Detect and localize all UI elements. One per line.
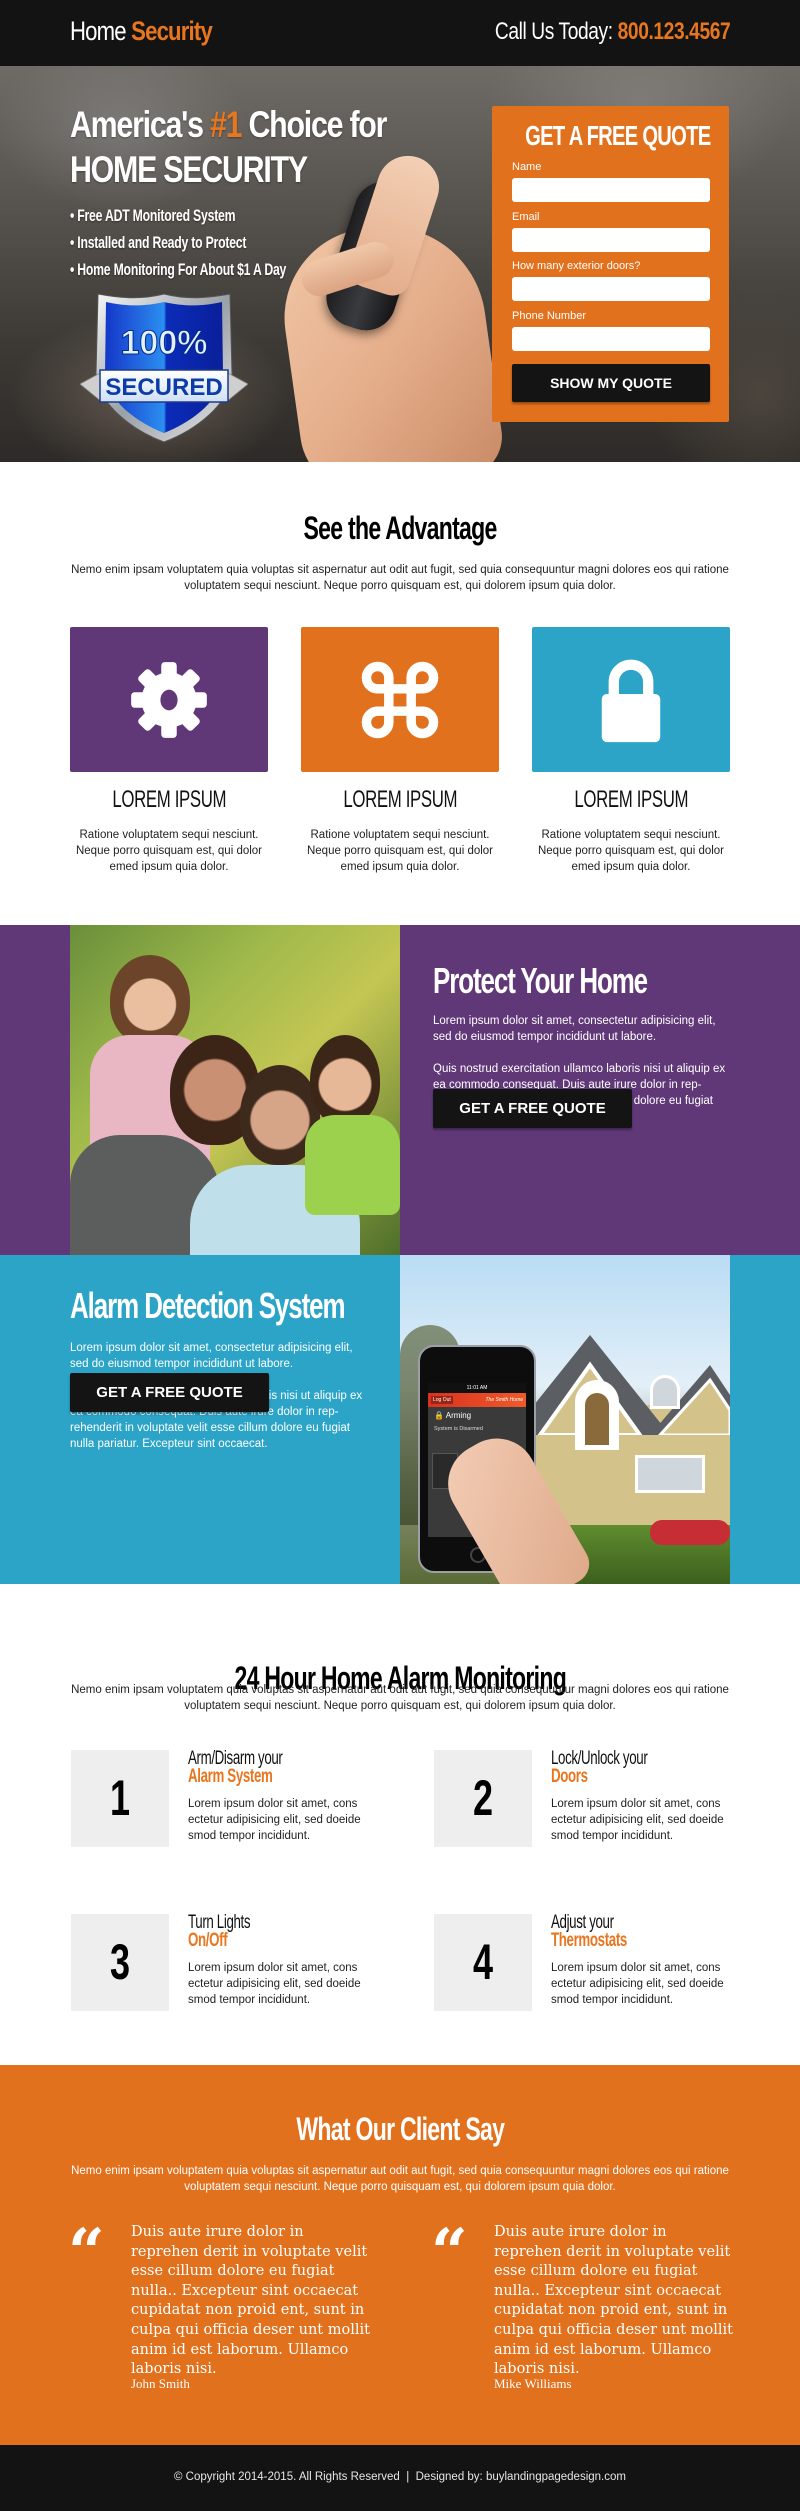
step-text: Lorem ipsum dolor sit amet, cons ectetur…	[551, 1798, 724, 1842]
exterior-doors-input[interactable]	[512, 277, 710, 301]
headline-line2: HOME SECURITY	[70, 149, 308, 190]
logo-text-security: Security	[131, 16, 213, 46]
protect-home-section: Protect Your Home Lorem ipsum dolor sit …	[0, 925, 800, 1255]
alarm-get-quote-button[interactable]: GET A FREE QUOTE	[70, 1373, 269, 1412]
red-flowers	[650, 1520, 730, 1545]
protect-paragraph-1: Lorem ipsum dolor sit amet, consectetur …	[433, 1015, 716, 1043]
house-window	[650, 1375, 680, 1409]
step-text: Lorem ipsum dolor sit amet, cons ectetur…	[551, 1962, 724, 2006]
advantage-intro: Nemo enim ipsam voluptatem quia voluptas…	[71, 564, 729, 592]
phone-logout: Log Out	[431, 1396, 453, 1404]
testimonial-text: Duis aute irure dolor in reprehen derit …	[494, 2224, 733, 2378]
form-title: GET A FREE QUOTE	[525, 120, 711, 151]
call-label: Call Us Today:	[494, 18, 613, 45]
alarm-paragraph-1: Lorem ipsum dolor sit amet, consectetur …	[70, 1342, 353, 1370]
site-header: Home Security Call Us Today: 800.123.456…	[0, 0, 800, 66]
headline-pre: America's	[70, 104, 204, 145]
step-number-box: 1	[71, 1750, 169, 1847]
phone-arming: 🔒 Arming	[434, 1411, 472, 1420]
gear-icon	[131, 661, 207, 738]
family-photo	[70, 925, 400, 1255]
call-us: Call Us Today: 800.123.4567	[494, 18, 731, 46]
feature-box-settings	[70, 627, 268, 772]
phone-input[interactable]	[512, 327, 710, 351]
step-number-box: 3	[71, 1914, 169, 2011]
feature-text: Ratione voluptatem sequi nesciunt. Neque…	[537, 829, 725, 873]
show-my-quote-button[interactable]: SHOW MY QUOTE	[512, 364, 710, 402]
phone-home-name: The Smith Home	[485, 1397, 523, 1403]
step-number-box: 4	[434, 1914, 532, 2011]
copyright-text: © Copyright 2014-2015. All Rights Reserv…	[174, 2471, 400, 2483]
headline-highlight: #1	[209, 104, 243, 145]
feature-text: Ratione voluptatem sequi nesciunt. Neque…	[75, 829, 263, 873]
designed-by-label: Designed by:	[415, 2471, 483, 2483]
hero-bullet-list: • Free ADT Monitored System • Installed …	[70, 202, 286, 283]
feature-box-lock	[532, 627, 730, 772]
phone-title-bar: Log Out The Smith Home	[428, 1393, 526, 1407]
feature-title: LOREM IPSUM	[343, 786, 457, 813]
testimonial-text: Duis aute irure dolor in reprehen derit …	[131, 2224, 370, 2378]
feature-title: LOREM IPSUM	[574, 786, 688, 813]
step-title-line2: Thermostats	[551, 1930, 627, 1951]
quote-icon: “	[431, 2215, 468, 2290]
step-text: Lorem ipsum dolor sit amet, cons ectetur…	[188, 1798, 361, 1842]
secured-shield-badge: 100% SECURED	[80, 293, 248, 443]
girl-figure	[110, 955, 190, 1045]
boy-shirt	[305, 1115, 400, 1215]
hero-bullet: • Free ADT Monitored System	[70, 206, 236, 225]
step-number-box: 2	[434, 1750, 532, 1847]
quote-icon: “	[68, 2215, 105, 2290]
hero-bullet: • Installed and Ready to Protect	[70, 233, 247, 252]
testimonial-author: Mike Williams	[494, 2376, 572, 2391]
name-input[interactable]	[512, 178, 710, 202]
house-window	[635, 1455, 705, 1493]
hero-headline: America's #1 Choice for HOME SECURITY	[70, 102, 387, 192]
logo-text-home: Home	[70, 16, 127, 46]
designer-link[interactable]: buylandingpagedesign.com	[486, 2471, 626, 2483]
phone-status-text: System is Disarmed	[434, 1426, 483, 1432]
hero-bullet: • Home Monitoring For About $1 A Day	[70, 260, 287, 279]
command-icon	[361, 661, 439, 738]
phone-label: Phone Number	[512, 310, 586, 322]
feature-text: Ratione voluptatem sequi nesciunt. Neque…	[306, 829, 494, 873]
protect-title: Protect Your Home	[433, 960, 648, 1001]
boy-figure	[310, 1035, 380, 1125]
testimonial-author: John Smith	[131, 2376, 190, 2391]
step-title-line2: Alarm System	[188, 1766, 273, 1787]
quote-form: GET A FREE QUOTE Name Email How many ext…	[492, 106, 729, 422]
footer-text: © Copyright 2014-2015. All Rights Reserv…	[0, 2471, 800, 2483]
step-title-line2: On/Off	[188, 1930, 228, 1951]
alarm-title: Alarm Detection System	[70, 1285, 346, 1326]
phone-number[interactable]: 800.123.4567	[617, 18, 730, 45]
exterior-doors-label: How many exterior doors?	[512, 260, 641, 272]
headline-post: Choice for	[248, 104, 387, 145]
badge-text-secured: SECURED	[105, 374, 222, 401]
protect-get-quote-button[interactable]: GET A FREE QUOTE	[433, 1089, 632, 1128]
testimonials-title: What Our Client Say	[296, 2111, 505, 2147]
house-roof	[510, 1335, 730, 1435]
feature-title: LOREM IPSUM	[112, 786, 226, 813]
testimonials-intro: Nemo enim ipsam voluptatem quia voluptas…	[71, 2165, 729, 2193]
step-title-line2: Doors	[551, 1766, 588, 1787]
logo[interactable]: Home Security	[70, 16, 213, 47]
step-text: Lorem ipsum dolor sit amet, cons ectetur…	[188, 1962, 361, 2006]
site-footer: © Copyright 2014-2015. All Rights Reserv…	[0, 2445, 800, 2511]
email-input[interactable]	[512, 228, 710, 252]
badge-text-100: 100%	[121, 324, 208, 362]
email-label: Email	[512, 211, 540, 223]
house-with-phone-photo: 11:01 AM Log Out The Smith Home 🔒 Arming…	[400, 1255, 730, 1584]
testimonials-section: What Our Client Say Nemo enim ipsam volu…	[0, 2065, 800, 2445]
monitoring-intro: Nemo enim ipsam voluptatem quia voluptas…	[71, 1684, 729, 1712]
house-door	[585, 1393, 609, 1445]
footer-separator: |	[406, 2471, 410, 2483]
name-label: Name	[512, 161, 542, 173]
hero-section: America's #1 Choice for HOME SECURITY • …	[0, 66, 800, 462]
lock-icon	[601, 659, 661, 742]
advantage-title: See the Advantage	[303, 510, 497, 546]
alarm-detection-section: Alarm Detection System Lorem ipsum dolor…	[0, 1255, 800, 1584]
feature-box-command	[301, 627, 499, 772]
phone-status-bar: 11:01 AM	[428, 1383, 526, 1393]
